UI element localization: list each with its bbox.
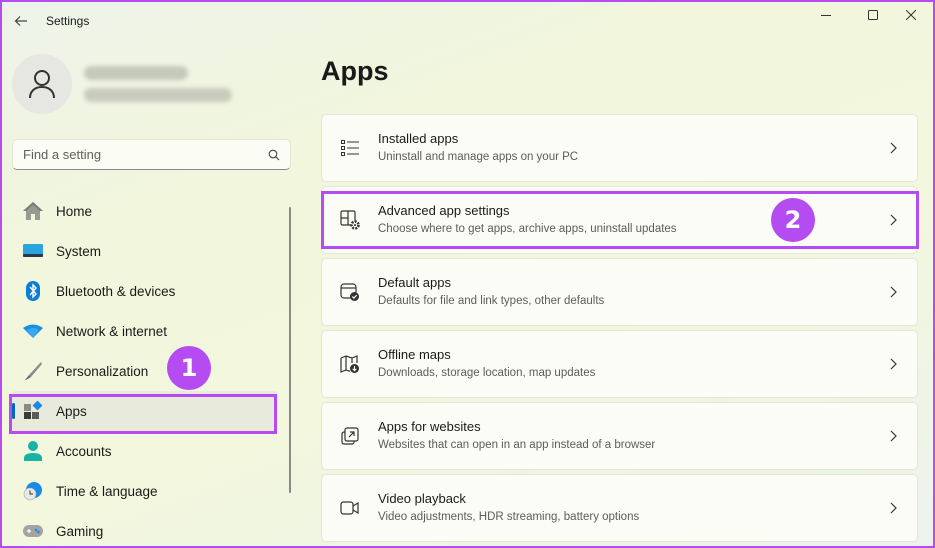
card-subtitle: Websites that can open in an app instead… [378,439,656,451]
chevron-right-icon [883,282,903,302]
list-icon [340,138,360,158]
brush-icon [22,360,44,382]
back-arrow-icon [14,16,27,26]
default-apps-icon [340,282,360,302]
sidebar-item-gaming[interactable]: Gaming [12,511,278,548]
maximize-icon [868,10,878,20]
step-badge-1: 1 [167,346,211,390]
sidebar-item-network[interactable]: Network & internet [12,311,278,351]
map-download-icon [340,354,360,374]
chevron-right-icon [883,138,903,158]
card-default-apps[interactable]: Default apps Defaults for file and link … [321,258,918,326]
card-title: Offline maps [378,347,451,362]
sidebar-scrollbar[interactable] [289,207,291,493]
card-subtitle: Uninstall and manage apps on your PC [378,151,579,163]
settings-cards: Installed apps Uninstall and manage apps… [321,114,918,546]
card-subtitle: Downloads, storage location, map updates [378,367,596,379]
sidebar-item-home[interactable]: Home [12,191,278,231]
sidebar-item-system[interactable]: System [12,231,278,271]
profile-name-blurred [84,66,188,80]
card-subtitle: Defaults for file and link types, other … [378,295,605,307]
chevron-right-icon [883,426,903,446]
highlight-apps [9,394,277,434]
sidebar-item-personalization[interactable]: Personalization [12,351,278,391]
video-camera-icon [340,498,360,518]
chevron-right-icon [883,498,903,518]
card-title: Apps for websites [378,419,481,434]
card-video-playback[interactable]: Video playback Video adjustments, HDR st… [321,474,918,542]
card-apps-for-websites[interactable]: Apps for websites Websites that can open… [321,402,918,470]
minimize-button[interactable] [803,2,849,28]
title-bar: Settings [0,0,935,44]
person-icon [29,70,55,99]
close-icon [906,10,916,20]
search-input[interactable] [23,147,268,162]
back-button[interactable] [8,8,34,34]
sidebar-item-time-language[interactable]: Time & language [12,471,278,511]
highlight-advanced-app-settings [321,191,919,249]
open-external-icon [340,426,360,446]
search-icon[interactable] [268,149,280,161]
home-icon [22,200,44,222]
card-offline-maps[interactable]: Offline maps Downloads, storage location… [321,330,918,398]
gamepad-icon [22,520,44,542]
card-title: Video playback [378,491,466,506]
card-title: Default apps [378,275,451,290]
system-icon [22,240,44,262]
chevron-right-icon [883,354,903,374]
wifi-icon [22,320,44,342]
app-title: Settings [46,14,90,28]
account-icon [22,440,44,462]
sidebar-nav: Home System Bluetooth & devices Network … [12,191,278,548]
sidebar-item-accounts[interactable]: Accounts [12,431,278,471]
bluetooth-icon [22,280,44,302]
clock-globe-icon [22,480,44,502]
close-button[interactable] [888,2,934,28]
search-box[interactable] [12,139,291,170]
card-subtitle: Video adjustments, HDR streaming, batter… [378,511,640,523]
page-title: Apps [321,56,389,86]
minimize-icon [821,15,831,16]
card-installed-apps[interactable]: Installed apps Uninstall and manage apps… [321,114,918,182]
profile-email-blurred [84,88,232,102]
avatar[interactable] [12,54,72,114]
card-title: Installed apps [378,131,459,146]
step-badge-2: 2 [771,198,815,242]
sidebar-item-bluetooth[interactable]: Bluetooth & devices [12,271,278,311]
